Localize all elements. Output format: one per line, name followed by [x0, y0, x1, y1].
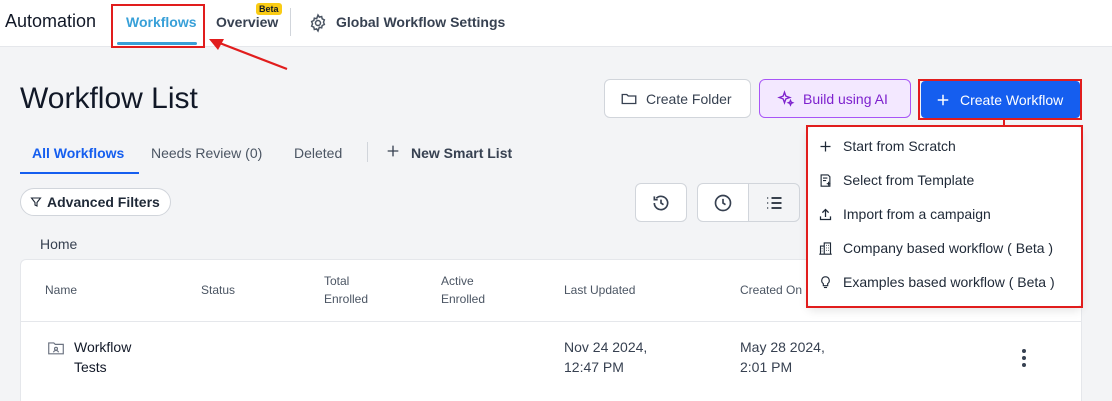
gear-icon[interactable] — [308, 13, 328, 33]
advanced-filters-button[interactable]: Advanced Filters — [20, 188, 171, 216]
tab-needs-review[interactable]: Needs Review (0) — [151, 145, 262, 161]
column-header-status[interactable]: Status — [201, 281, 235, 299]
kebab-menu-icon[interactable] — [1021, 348, 1027, 368]
history-icon — [653, 195, 669, 210]
plus-icon[interactable] — [385, 143, 401, 159]
folder-icon — [621, 93, 637, 104]
clock-icon — [714, 194, 732, 211]
tab-overview[interactable]: Overview — [216, 14, 278, 30]
advanced-filters-label: Advanced Filters — [47, 194, 160, 210]
sparkle-icon — [777, 89, 795, 107]
column-header-created-on[interactable]: Created On — [740, 281, 802, 299]
nav-divider — [290, 8, 291, 36]
tab-global-workflow-settings[interactable]: Global Workflow Settings — [336, 14, 505, 30]
highlight-create-workflow — [918, 79, 1082, 120]
build-using-ai-button[interactable]: Build using AI — [759, 79, 911, 118]
new-smart-list-button[interactable]: New Smart List — [411, 145, 512, 161]
list-view-button[interactable] — [748, 183, 800, 222]
create-folder-button[interactable]: Create Folder — [604, 79, 751, 118]
last-updated-cell: Nov 24 2024, 12:47 PM — [564, 339, 648, 375]
column-header-active-enrolled[interactable]: Active Enrolled — [441, 272, 485, 308]
column-header-total-enrolled[interactable]: Total Enrolled — [324, 272, 368, 308]
clock-view-button[interactable] — [697, 183, 749, 222]
active-subtab-indicator — [20, 172, 139, 174]
workflow-name[interactable]: Workflow Tests — [74, 337, 131, 377]
subtab-divider — [367, 142, 368, 162]
filter-icon — [30, 197, 42, 207]
tab-deleted[interactable]: Deleted — [294, 145, 342, 161]
row-divider — [21, 321, 1081, 322]
breadcrumb[interactable]: Home — [40, 236, 77, 252]
highlight-workflows-tab — [111, 4, 205, 48]
history-button[interactable] — [635, 183, 687, 222]
app-title: Automation — [5, 11, 97, 31]
highlight-menu — [806, 125, 1083, 308]
create-folder-label: Create Folder — [646, 90, 732, 107]
build-using-ai-label: Build using AI — [803, 90, 888, 107]
tab-all-workflows[interactable]: All Workflows — [32, 145, 124, 161]
column-header-name[interactable]: Name — [45, 281, 77, 299]
column-header-last-updated[interactable]: Last Updated — [564, 281, 635, 299]
list-icon — [767, 196, 782, 209]
page-title: Workflow List — [20, 82, 198, 115]
annotation-arrow-icon — [209, 39, 288, 71]
created-on-cell: May 28 2024, 2:01 PM — [740, 339, 825, 375]
beta-badge: Beta — [256, 3, 282, 15]
shared-folder-icon — [48, 342, 64, 355]
